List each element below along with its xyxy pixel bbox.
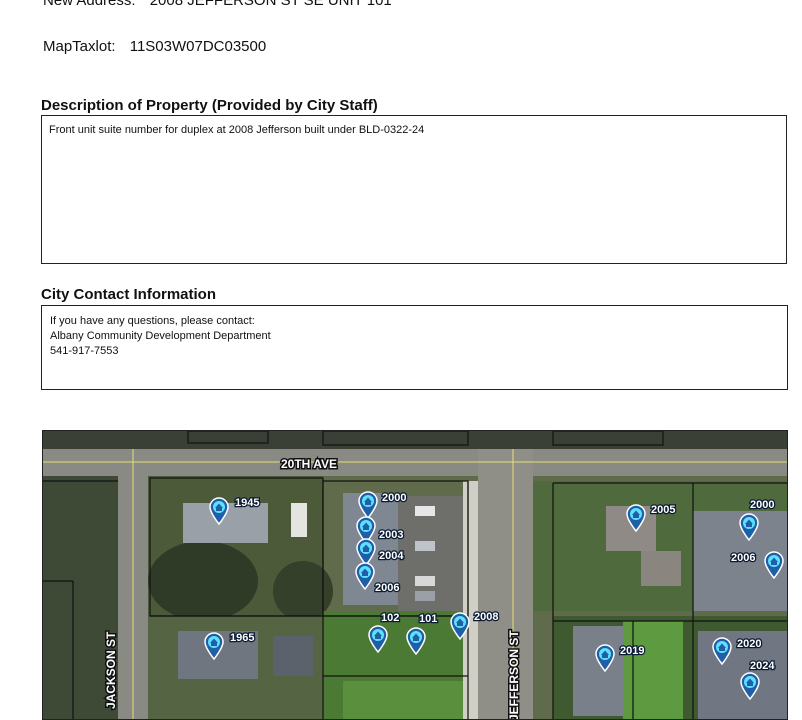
svg-text:2006: 2006 [731, 552, 755, 564]
car-1 [415, 506, 435, 516]
svg-text:101: 101 [419, 613, 437, 625]
east-lawn [623, 621, 683, 719]
svg-text:2003: 2003 [379, 529, 403, 541]
svg-text:102: 102 [381, 612, 399, 624]
svg-text:2005: 2005 [651, 504, 675, 516]
svg-text:1965: 1965 [230, 632, 254, 644]
contact-box: If you have any questions, please contac… [41, 305, 788, 390]
garage-1965 [273, 636, 313, 676]
svg-text:2000: 2000 [750, 499, 774, 511]
contact-title: City Contact Information [41, 286, 216, 303]
contact-line-2: Albany Community Development Department [50, 330, 271, 342]
north-strip [43, 431, 787, 449]
new-address-label: New Address: [43, 0, 136, 9]
contact-line-3: 541-917-7553 [50, 345, 119, 357]
description-title: Description of Property (Provided by Cit… [41, 97, 378, 114]
svg-text:2008: 2008 [474, 611, 498, 623]
description-text: Front unit suite number for duplex at 20… [49, 124, 425, 136]
road-jefferson [478, 449, 533, 719]
maptaxlot-label: MapTaxlot: [43, 38, 116, 55]
house-2019 [573, 626, 623, 716]
garage-2005 [641, 551, 681, 586]
tree-cluster-1 [148, 541, 258, 621]
car-2 [415, 541, 435, 551]
new-address-value: 2008 JEFFERSON ST SE UNIT 101 [149, 0, 392, 9]
description-box: Front unit suite number for duplex at 20… [41, 115, 787, 264]
svg-text:2024: 2024 [750, 660, 775, 672]
car-4 [415, 591, 435, 601]
aerial-map[interactable]: 20TH AVE JACKSON ST JEFFERSON ST 1945 20… [42, 430, 788, 720]
lawn-south [343, 681, 463, 719]
svg-text:2006: 2006 [375, 582, 399, 594]
svg-text:1945: 1945 [235, 497, 259, 509]
sidewalk-jefferson [463, 481, 478, 719]
contact-line-1: If you have any questions, please contac… [50, 315, 255, 327]
shed-1945 [291, 503, 307, 537]
svg-text:2000: 2000 [382, 492, 406, 504]
street-label-jefferson: JEFFERSON ST [507, 630, 521, 720]
new-address-row: New Address: 2008 JEFFERSON ST SE UNIT 1… [43, 0, 392, 9]
street-label-20th-ave: 20TH AVE [281, 457, 337, 471]
maptaxlot-value: 11S03W07DC03500 [129, 38, 267, 55]
street-label-jackson: JACKSON ST [104, 631, 118, 709]
maptaxlot-row: MapTaxlot: 11S03W07DC03500 [43, 38, 266, 55]
car-3 [415, 576, 435, 586]
svg-text:2019: 2019 [620, 645, 644, 657]
svg-text:2020: 2020 [737, 638, 761, 650]
map-svg: 20TH AVE JACKSON ST JEFFERSON ST 1945 20… [43, 431, 787, 720]
svg-text:2004: 2004 [379, 550, 404, 562]
